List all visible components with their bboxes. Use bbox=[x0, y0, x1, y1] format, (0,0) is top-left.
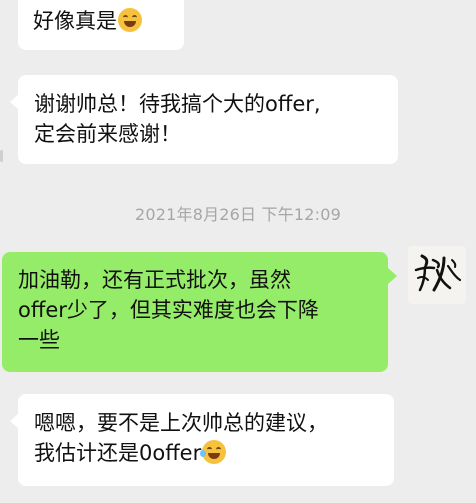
message-bubble-incoming[interactable]: 好像真是 bbox=[18, 0, 184, 50]
calligraphy-avatar-icon bbox=[414, 254, 462, 292]
message-text-line: 我估计还是0offer bbox=[34, 441, 202, 465]
message-text-line: 谢谢帅总！待我搞个大的offer, bbox=[34, 92, 321, 116]
message-bubble-incoming[interactable]: 谢谢帅总！待我搞个大的offer, 定会前来感谢！ bbox=[18, 75, 398, 164]
message-text-line: offer少了，但其实难度也会下降 bbox=[18, 298, 319, 322]
message-timestamp: 2021年8月26日 下午12:09 bbox=[134, 205, 342, 224]
message-text: 好像真是 bbox=[33, 9, 117, 33]
message-text-line: 一些 bbox=[18, 328, 60, 352]
bubble-tail bbox=[388, 268, 397, 284]
laughing-tears-emoji-icon bbox=[200, 440, 227, 464]
user-avatar[interactable] bbox=[408, 246, 466, 304]
message-text-line: 嗯嗯，要不是上次帅总的建议， bbox=[34, 411, 328, 435]
scroll-edge-marker bbox=[0, 150, 3, 162]
message-text-line: 加油勒，还有正式批次，虽然 bbox=[18, 268, 291, 292]
grinning-sweat-emoji-icon bbox=[118, 8, 142, 32]
message-bubble-incoming[interactable]: 嗯嗯，要不是上次帅总的建议， 我估计还是0offer bbox=[18, 394, 394, 486]
message-bubble-outgoing[interactable]: 加油勒，还有正式批次，虽然 offer少了，但其实难度也会下降 一些 bbox=[2, 252, 388, 372]
message-text-line: 定会前来感谢！ bbox=[34, 122, 181, 146]
